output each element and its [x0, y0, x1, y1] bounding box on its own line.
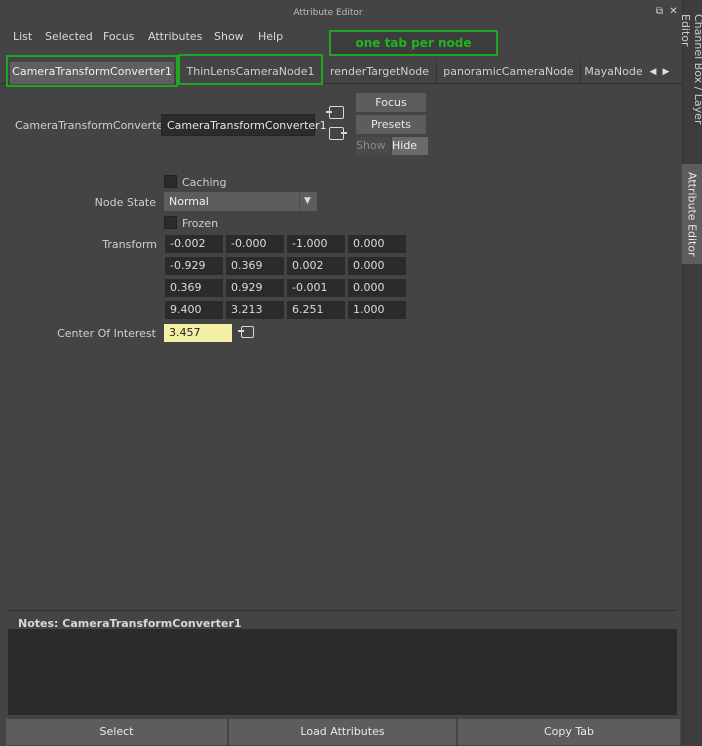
transform-cell[interactable]: 6.251: [287, 301, 345, 319]
node-type-label: CameraTransformConverter:: [15, 119, 172, 132]
transform-cell[interactable]: -0.929: [165, 257, 223, 275]
tab-attribute-editor[interactable]: Attribute Editor: [682, 164, 702, 264]
hide-button[interactable]: Hide: [392, 137, 428, 155]
tab-render-target-node[interactable]: renderTargetNode: [322, 62, 436, 84]
menu-help[interactable]: Help: [258, 30, 283, 43]
load-attributes-button[interactable]: Load Attributes: [229, 719, 456, 745]
transform-cell[interactable]: 0.369: [226, 257, 284, 275]
tab-channel-box-layer-editor[interactable]: Channel Box / Layer Editor: [679, 14, 702, 154]
transform-cell[interactable]: -0.002: [165, 235, 223, 253]
transform-cell[interactable]: 3.213: [226, 301, 284, 319]
menu-show[interactable]: Show: [214, 30, 244, 43]
transform-cell[interactable]: 0.369: [165, 279, 223, 297]
transform-cell[interactable]: 0.929: [226, 279, 284, 297]
transform-cell[interactable]: 9.400: [165, 301, 223, 319]
transform-cell[interactable]: -0.000: [226, 235, 284, 253]
node-state-dropdown[interactable]: Normal: [164, 192, 317, 211]
frozen-label: Frozen: [182, 217, 219, 230]
output-connection-icon[interactable]: [329, 127, 347, 140]
transform-cell[interactable]: 0.000: [348, 279, 406, 297]
presets-button[interactable]: Presets: [356, 115, 426, 134]
annotation-box-tab-2: [178, 54, 323, 85]
node-name-field[interactable]: CameraTransformConverter1: [161, 114, 327, 136]
input-connection-icon[interactable]: [326, 106, 344, 119]
transform-cell[interactable]: 0.000: [348, 257, 406, 275]
annotation-box-tab-1: [6, 55, 178, 87]
transform-cell[interactable]: -1.000: [287, 235, 345, 253]
focus-button[interactable]: Focus: [356, 93, 426, 112]
center-of-interest-field[interactable]: 3.457: [164, 324, 232, 342]
menu-focus[interactable]: Focus: [103, 30, 134, 43]
select-button[interactable]: Select: [6, 719, 227, 745]
tab-panoramic-camera-node[interactable]: panoramicCameraNode: [436, 62, 580, 84]
node-state-label: Node State: [94, 196, 156, 209]
menu-list[interactable]: List: [13, 30, 32, 43]
copy-tab-button[interactable]: Copy Tab: [458, 719, 680, 745]
notes-textarea[interactable]: [8, 629, 677, 715]
transform-cell[interactable]: 1.000: [348, 301, 406, 319]
transform-label: Transform: [102, 238, 157, 251]
frozen-checkbox[interactable]: [164, 216, 177, 229]
float-window-icon[interactable]: ⧉: [654, 6, 665, 17]
center-of-interest-label: Center Of Interest: [57, 327, 156, 340]
transform-cell[interactable]: 0.002: [287, 257, 345, 275]
menu-selected[interactable]: Selected: [45, 30, 93, 43]
transform-cell[interactable]: -0.001: [287, 279, 345, 297]
close-icon[interactable]: ✕: [668, 6, 679, 17]
caching-label: Caching: [182, 176, 227, 189]
annotation-note: one tab per node: [329, 30, 498, 56]
tab-scroll-left-icon[interactable]: ◀: [647, 64, 659, 80]
notes-divider: [8, 610, 677, 611]
caching-checkbox[interactable]: [164, 175, 177, 188]
map-connection-icon[interactable]: [238, 326, 254, 338]
window-title: Attribute Editor: [293, 8, 363, 18]
show-button[interactable]: Show: [356, 137, 390, 155]
transform-cell[interactable]: 0.000: [348, 235, 406, 253]
menu-attributes[interactable]: Attributes: [148, 30, 202, 43]
tab-scroll-right-icon[interactable]: ▶: [660, 64, 672, 80]
tab-maya-node[interactable]: MayaNode: [580, 62, 646, 84]
chevron-down-icon[interactable]: ▼: [299, 193, 315, 210]
